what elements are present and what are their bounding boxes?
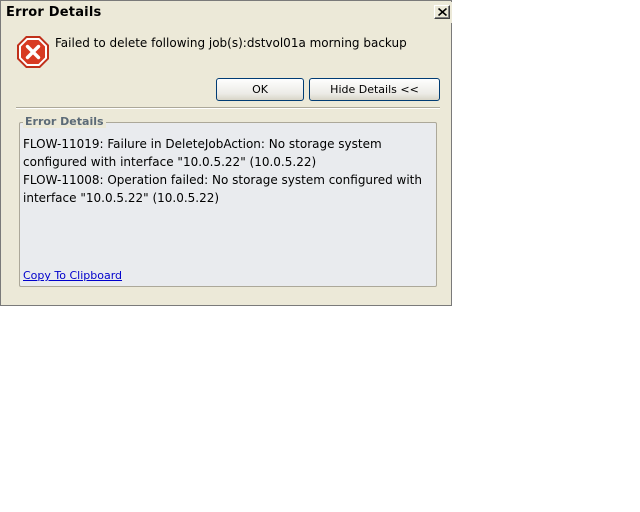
error-icon bbox=[17, 36, 49, 68]
separator bbox=[16, 107, 440, 109]
close-icon bbox=[438, 8, 447, 16]
error-detail-line: interface "10.0.5.22" (10.0.5.22) bbox=[23, 191, 220, 205]
error-details-text: FLOW-11019: Failure in DeleteJobAction: … bbox=[23, 135, 433, 207]
error-detail-line: FLOW-11019: Failure in DeleteJobAction: … bbox=[23, 137, 382, 151]
title-bar[interactable]: Error Details bbox=[2, 2, 452, 23]
close-button[interactable] bbox=[434, 5, 450, 19]
ok-button[interactable]: OK bbox=[216, 78, 304, 101]
window-title: Error Details bbox=[6, 5, 102, 20]
error-details-legend: Error Details bbox=[23, 115, 106, 128]
error-detail-line: FLOW-11008: Operation failed: No storage… bbox=[23, 173, 422, 187]
copy-to-clipboard-link[interactable]: Copy To Clipboard bbox=[23, 269, 122, 282]
error-message: Failed to delete following job(s):dstvol… bbox=[55, 36, 407, 50]
error-detail-line: configured with interface "10.0.5.22" (1… bbox=[23, 155, 317, 169]
hide-details-button[interactable]: Hide Details << bbox=[309, 78, 440, 101]
error-details-dialog: Error Details Failed to delete following… bbox=[0, 0, 452, 306]
